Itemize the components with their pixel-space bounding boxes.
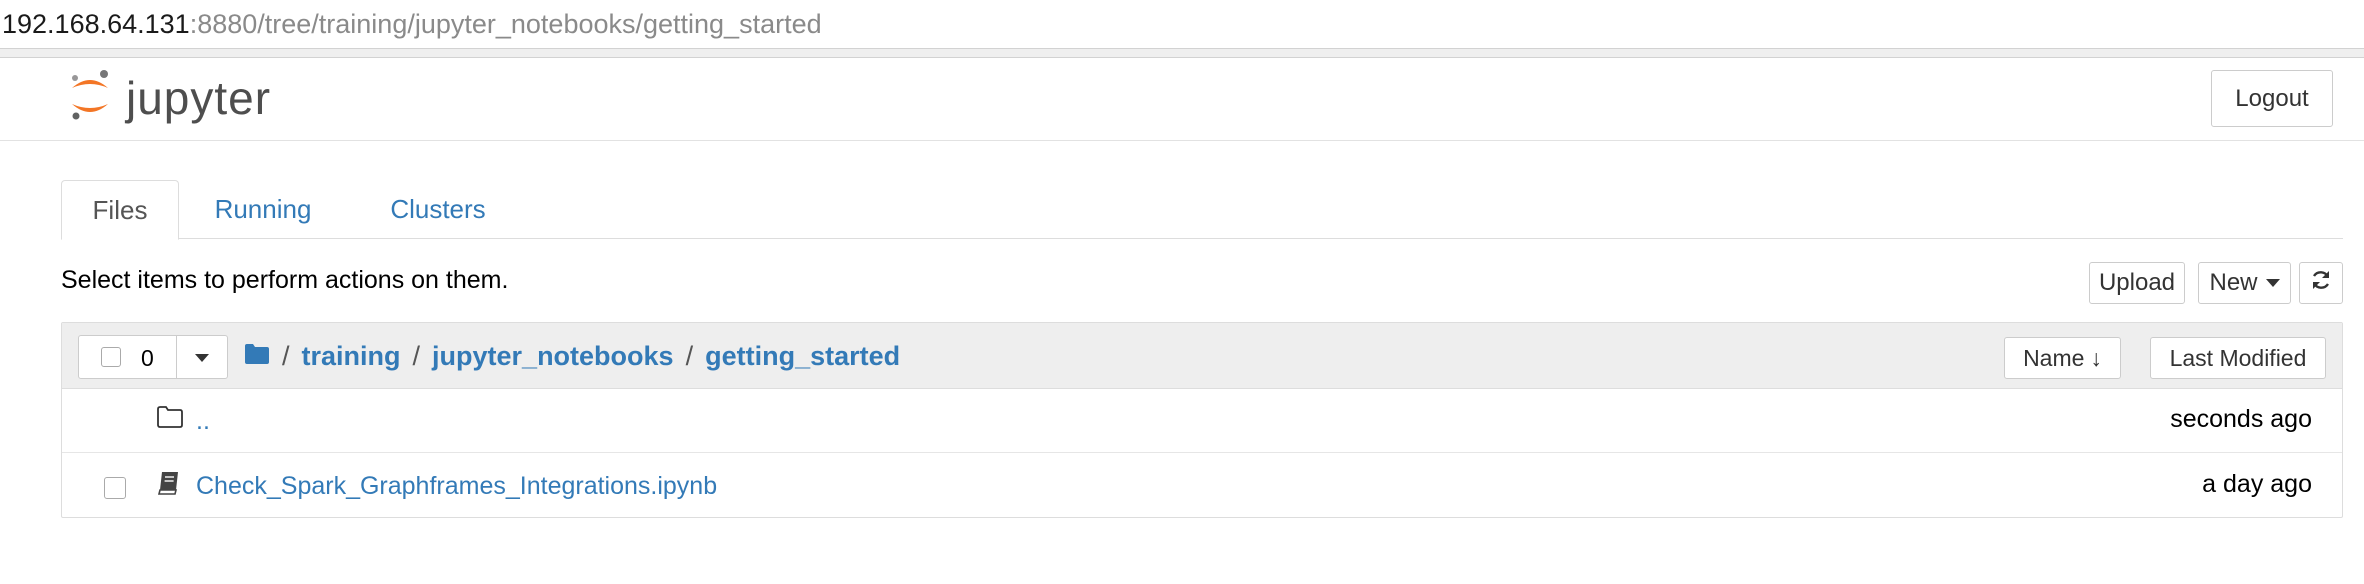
tab-bar: Files Running Clusters [61, 180, 2343, 240]
logout-button[interactable]: Logout [2211, 70, 2333, 127]
selection-hint: Select items to perform actions on them. [61, 266, 509, 294]
select-divider [176, 336, 177, 378]
breadcrumb: / training / jupyter_notebooks / getting… [244, 337, 900, 375]
list-item[interactable]: .. seconds ago [62, 389, 2342, 453]
tab-running[interactable]: Running [193, 180, 333, 239]
url-path: :8880/tree/training/jupyter_notebooks/ge… [189, 9, 822, 39]
notebook-icon [156, 470, 182, 501]
jupyter-header: jupyter Logout [0, 58, 2364, 141]
breadcrumb-separator: / [412, 340, 421, 371]
item-checkbox[interactable] [104, 477, 126, 499]
item-name[interactable]: .. [196, 407, 210, 436]
select-all-group: 0 [78, 335, 228, 379]
breadcrumb-root[interactable]: / [282, 341, 290, 372]
list-item[interactable]: Check_Spark_Graphframes_Integrations.ipy… [62, 454, 2342, 518]
browser-divider [0, 48, 2364, 58]
breadcrumb-jupyter-notebooks[interactable]: jupyter_notebooks [432, 341, 674, 372]
sort-by-name-button[interactable]: Name ↓ [2004, 337, 2121, 379]
sort-by-modified-button[interactable]: Last Modified [2150, 337, 2326, 379]
breadcrumb-training[interactable]: training [302, 341, 401, 372]
selected-count: 0 [141, 345, 154, 371]
jupyter-logo-text: jupyter [126, 72, 272, 124]
refresh-button[interactable] [2299, 262, 2343, 304]
file-list-header: 0 / training / jupyter_notebooks / getti… [62, 323, 2342, 389]
upload-button[interactable]: Upload [2089, 262, 2185, 304]
url-host: 192.168.64.131 [2, 9, 190, 39]
folder-outline-icon [156, 405, 184, 434]
item-modified: seconds ago [2170, 405, 2312, 433]
select-all-checkbox[interactable] [101, 347, 121, 367]
chevron-down-icon [2265, 279, 2280, 287]
jupyter-logo-icon [68, 68, 112, 129]
refresh-icon [2310, 269, 2332, 298]
tab-clusters[interactable]: Clusters [357, 180, 519, 239]
file-list: 0 / training / jupyter_notebooks / getti… [61, 322, 2343, 518]
new-button-label: New [2209, 269, 2258, 296]
folder-icon[interactable] [244, 341, 270, 372]
select-menu-chevron-icon[interactable] [195, 354, 209, 362]
item-name[interactable]: Check_Spark_Graphframes_Integrations.ipy… [196, 472, 717, 501]
arrow-down-icon: ↓ [2090, 344, 2102, 371]
sort-name-label: Name [2023, 344, 2085, 371]
item-modified: a day ago [2202, 470, 2312, 498]
jupyter-logo[interactable]: jupyter [68, 68, 271, 128]
tab-files[interactable]: Files [61, 180, 179, 240]
address-bar[interactable]: 192.168.64.131:8880/tree/training/jupyte… [0, 0, 2364, 48]
breadcrumb-getting-started[interactable]: getting_started [705, 341, 900, 372]
new-button[interactable]: New [2198, 262, 2291, 304]
breadcrumb-separator: / [685, 340, 694, 371]
